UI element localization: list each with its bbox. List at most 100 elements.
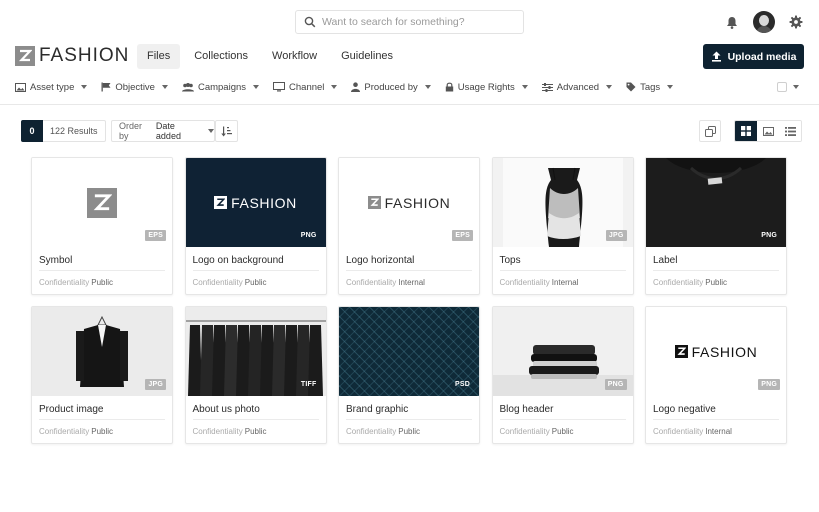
filter-label: Advanced — [556, 81, 600, 93]
filter-asset-type[interactable]: Asset type — [15, 81, 88, 93]
format-badge: JPG — [145, 379, 166, 390]
asset-card[interactable]: FASHION PNG Logo negative Confidentialit… — [645, 306, 787, 444]
asset-title: Product image — [39, 404, 104, 415]
asset-grid: EPS Symbol Confidentiality Public FASHION… — [31, 157, 787, 444]
wordmark: FASHION — [367, 195, 451, 211]
order-by-dropdown[interactable]: Order by Date added — [111, 120, 215, 142]
copy-button[interactable] — [699, 120, 721, 142]
format-badge: JPG — [605, 230, 627, 241]
format-badge: PSD — [455, 381, 470, 388]
meta-label: Confidentiality — [192, 427, 243, 436]
tab-files[interactable]: Files — [137, 44, 181, 69]
avatar[interactable] — [753, 11, 775, 33]
sort-icon — [221, 126, 232, 136]
z-logo-icon — [214, 196, 228, 209]
search-bar[interactable] — [295, 10, 524, 34]
format-badge: PNG — [604, 379, 627, 390]
sliders-icon — [541, 82, 553, 92]
copy-icon — [704, 125, 716, 137]
image-view-button[interactable] — [757, 121, 779, 141]
tab-guidelines[interactable]: Guidelines — [331, 44, 403, 69]
asset-card[interactable]: PSD Brand graphic Confidentiality Public — [338, 306, 480, 444]
asset-thumbnail: TIFF — [185, 307, 326, 396]
asset-card[interactable]: JPG Tops Confidentiality Internal — [491, 157, 634, 295]
filter-campaigns[interactable]: Campaigns — [181, 81, 260, 93]
format-badge: EPS — [452, 230, 473, 241]
asset-meta: Confidentiality Public — [186, 271, 326, 287]
search-input[interactable] — [322, 16, 512, 28]
meta-value: Public — [244, 278, 267, 287]
meta-label: Confidentiality — [39, 278, 90, 287]
meta-label: Confidentiality — [499, 427, 550, 436]
brand-logo[interactable]: FASHION — [15, 45, 129, 67]
format-badge: PNG — [300, 232, 317, 239]
asset-meta: Confidentiality Public — [186, 420, 326, 436]
z-logo-icon — [674, 345, 688, 358]
caret-down-icon — [521, 85, 528, 89]
asset-meta: Confidentiality Internal — [493, 271, 633, 287]
bell-icon[interactable] — [723, 13, 741, 31]
asset-card[interactable]: FASHION PNG Logo on background Confident… — [184, 157, 327, 295]
selected-count[interactable]: 0 — [21, 120, 43, 142]
wordmark: FASHION — [214, 195, 297, 211]
caret-down-icon — [208, 129, 214, 133]
asset-title: About us photo — [192, 404, 260, 415]
select-all-checkbox[interactable] — [777, 82, 787, 92]
asset-title: Logo negative — [653, 404, 716, 415]
results-count: 122 Results — [43, 120, 106, 142]
meta-label: Confidentiality — [499, 278, 550, 287]
asset-card[interactable]: EPS Symbol Confidentiality Public — [31, 157, 173, 295]
meta-value: Internal — [398, 278, 425, 287]
filter-produced-by[interactable]: Produced by — [351, 81, 431, 93]
divider — [0, 104, 819, 105]
format-badge: TIFF — [300, 381, 317, 388]
filter-objective[interactable]: Objective — [101, 82, 168, 93]
meta-value: Public — [91, 278, 114, 287]
filter-label: Produced by — [364, 81, 418, 93]
filter-label: Campaigns — [197, 81, 247, 93]
tab-collections[interactable]: Collections — [184, 44, 258, 69]
list-view-button[interactable] — [779, 121, 801, 141]
grid-view-button[interactable] — [735, 121, 757, 141]
upload-media-button[interactable]: Upload media — [703, 44, 804, 69]
meta-value: Internal — [705, 427, 732, 436]
caret-down-icon — [424, 85, 431, 89]
asset-title: Symbol — [39, 255, 73, 266]
select-menu-caret-icon[interactable] — [793, 85, 799, 89]
asset-meta: Confidentiality Public — [32, 271, 172, 287]
asset-title: Brand graphic — [346, 404, 409, 415]
upload-label: Upload media — [727, 50, 797, 63]
filter-usage-rights[interactable]: Usage Rights — [445, 82, 528, 93]
filter-channel[interactable]: Channel — [273, 81, 338, 93]
filter-label: Channel — [289, 81, 325, 93]
asset-thumbnail: EPS — [32, 158, 172, 247]
asset-card[interactable]: FASHION EPS Logo horizontal Confidential… — [338, 157, 480, 295]
asset-meta: Confidentiality Public — [493, 420, 633, 436]
meta-value: Public — [705, 278, 728, 287]
asset-card[interactable]: JPG Product image Confidentiality Public — [31, 306, 173, 444]
asset-card[interactable]: PNG Blog header Confidentiality Public — [491, 306, 634, 444]
brand-name: FASHION — [39, 45, 130, 66]
asset-meta: Confidentiality Public — [32, 420, 172, 436]
asset-meta: Confidentiality Public — [339, 420, 479, 436]
asset-card[interactable]: PNG Label Confidentiality Public — [645, 157, 787, 295]
filter-label: Asset type — [30, 81, 75, 93]
view-toggle — [734, 120, 802, 142]
format-badge: PNG — [761, 232, 777, 239]
z-logo-icon — [87, 187, 117, 218]
asset-card[interactable]: TIFF About us photo Confidentiality Publi… — [184, 306, 327, 444]
filter-bar: Asset type Objective Campaigns Channel P… — [15, 80, 687, 94]
filter-label: Usage Rights — [457, 81, 515, 93]
gear-icon[interactable] — [787, 13, 805, 31]
meta-label: Confidentiality — [192, 278, 243, 287]
tab-workflow[interactable]: Workflow — [262, 44, 327, 69]
caret-down-icon — [81, 85, 88, 89]
asset-title: Tops — [499, 255, 521, 266]
meta-value: Public — [244, 427, 267, 436]
filter-advanced[interactable]: Advanced — [541, 81, 613, 93]
wordmark-text: FASHION — [691, 343, 758, 360]
caret-down-icon — [606, 85, 613, 89]
caret-down-icon — [667, 85, 674, 89]
filter-tags[interactable]: Tags — [626, 82, 674, 93]
sort-direction-button[interactable] — [215, 120, 238, 142]
